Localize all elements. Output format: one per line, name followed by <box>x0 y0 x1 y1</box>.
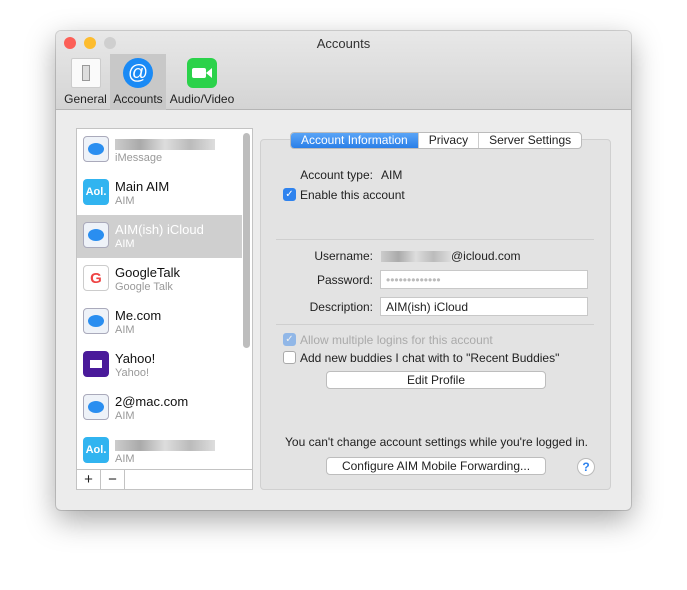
recent-buddies-label: Add new buddies I chat with to "Recent B… <box>300 351 560 365</box>
description-field[interactable]: AIM(ish) iCloud <box>380 297 588 316</box>
at-icon: @ <box>123 58 153 88</box>
configure-forwarding-button[interactable]: Configure AIM Mobile Forwarding... <box>326 457 546 475</box>
help-button[interactable]: ? <box>577 458 595 476</box>
account-name <box>115 136 215 151</box>
messages-icon <box>83 394 109 420</box>
google-icon: G <box>83 265 109 291</box>
toolbar-label: Accounts <box>113 92 163 106</box>
tab-bar: Account Information Privacy Server Setti… <box>290 132 583 149</box>
password-label: Password: <box>316 273 373 287</box>
yahoo-icon <box>83 351 109 377</box>
edit-profile-button[interactable]: Edit Profile <box>326 371 546 389</box>
tab-server-settings[interactable]: Server Settings <box>479 133 581 148</box>
account-type: AIM <box>115 238 135 250</box>
toolbar-label: General <box>64 92 107 106</box>
account-row[interactable]: Aol. Main AIM AIM <box>77 172 242 215</box>
account-row[interactable]: iMessage <box>77 129 242 172</box>
account-row[interactable]: AIM(ish) iCloud AIM <box>77 215 242 258</box>
username-label: Username: <box>314 249 373 263</box>
enable-account-label: Enable this account <box>300 188 405 202</box>
account-row[interactable]: Aol. AIM <box>77 430 242 473</box>
accounts-list[interactable]: Aol. AIM 2@mac.com AIM Yahoo! Yahoo! Me.… <box>76 128 253 490</box>
general-icon <box>70 58 101 88</box>
aol-icon: Aol. <box>83 437 109 463</box>
divider <box>276 324 594 325</box>
accounts-window: Accounts General @ Accounts Audio/Video … <box>56 31 631 510</box>
account-type: iMessage <box>115 152 163 164</box>
password-field[interactable]: ••••••••••••• <box>380 270 588 289</box>
username-value: @icloud.com <box>381 249 521 263</box>
account-type: Google Talk <box>115 281 173 293</box>
account-name: Yahoo! <box>115 351 156 366</box>
username-domain: @icloud.com <box>451 249 521 263</box>
enable-account-checkbox[interactable]: ✓ <box>283 188 296 201</box>
account-row[interactable]: 2@mac.com AIM <box>77 387 242 430</box>
aol-icon: Aol. <box>83 179 109 205</box>
account-row[interactable]: Yahoo! Yahoo! <box>77 344 242 387</box>
description-label: Description: <box>309 300 373 314</box>
remove-account-button[interactable]: − <box>101 470 125 489</box>
toolbar-general[interactable]: General <box>63 54 108 110</box>
multiple-logins-checkbox[interactable]: ✓ <box>283 333 296 346</box>
video-camera-icon <box>187 58 217 88</box>
account-name: Main AIM <box>115 179 170 194</box>
messages-icon <box>83 222 109 248</box>
account-type: Yahoo! <box>115 367 150 379</box>
account-name: GoogleTalk <box>115 265 181 280</box>
account-name: 2@mac.com <box>115 394 189 409</box>
account-name: AIM(ish) iCloud <box>115 222 204 237</box>
toolbar-accounts[interactable]: @ Accounts <box>110 54 166 110</box>
account-name <box>115 437 215 452</box>
toolbar-audio-video[interactable]: Audio/Video <box>168 54 236 110</box>
account-name: Me.com <box>115 308 162 323</box>
toolbar-label: Audio/Video <box>169 92 235 106</box>
account-type-value: AIM <box>381 168 403 182</box>
title-bar: Accounts General @ Accounts Audio/Video <box>56 31 631 110</box>
recent-buddies-checkbox[interactable] <box>283 351 296 364</box>
account-row[interactable]: Me.com AIM <box>77 301 242 344</box>
tab-account-information[interactable]: Account Information <box>291 133 419 148</box>
add-account-button[interactable]: + <box>77 470 101 489</box>
scrollbar[interactable] <box>243 133 250 348</box>
account-type: AIM <box>115 324 135 336</box>
account-type: AIM <box>115 410 135 422</box>
divider <box>276 239 594 240</box>
multiple-logins-label: Allow multiple logins for this account <box>300 333 493 347</box>
messages-icon <box>83 308 109 334</box>
logged-in-notice: You can't change account settings while … <box>285 435 589 449</box>
window-title: Accounts <box>316 36 371 51</box>
account-type: AIM <box>115 453 135 465</box>
messages-icon <box>83 136 109 162</box>
account-type-label: Account type: <box>300 168 373 182</box>
account-row[interactable]: G GoogleTalk Google Talk <box>77 258 242 301</box>
account-type: AIM <box>115 195 135 207</box>
tab-privacy[interactable]: Privacy <box>419 133 480 148</box>
